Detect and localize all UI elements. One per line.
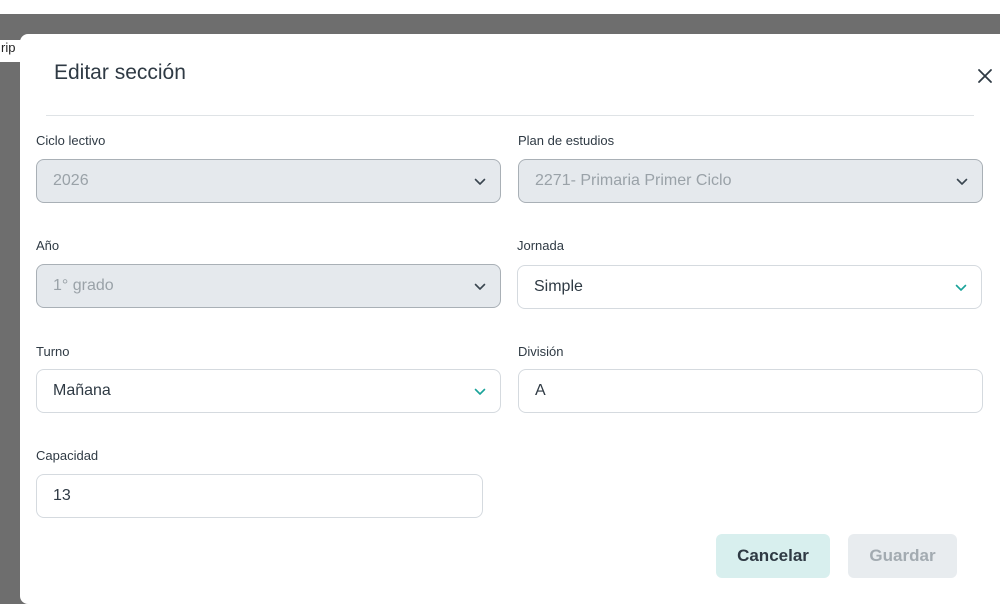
save-button[interactable]: Guardar — [848, 534, 957, 578]
division-label: División — [518, 344, 564, 359]
division-value: A — [535, 382, 546, 399]
chevron-down-icon — [955, 284, 967, 291]
plan-estudios-select[interactable]: 2271- Primaria Primer Ciclo — [518, 159, 983, 203]
ciclo-lectivo-label: Ciclo lectivo — [36, 133, 106, 148]
capacidad-value: 13 — [53, 487, 71, 504]
dialog-title: Editar sección — [54, 61, 186, 84]
edit-section-dialog: Editar sección Ciclo lectivo 2026 Plan d… — [20, 34, 1000, 604]
anio-value: 1° grado — [53, 277, 114, 294]
close-button[interactable] — [970, 61, 1000, 91]
anio-label: Año — [36, 238, 60, 253]
ciclo-lectivo-select[interactable]: 2026 — [36, 159, 501, 203]
capacidad-label: Capacidad — [36, 448, 99, 463]
turno-label: Turno — [36, 344, 70, 359]
chevron-down-icon — [956, 178, 968, 185]
jornada-label: Jornada — [517, 238, 564, 253]
overlay-strip — [0, 62, 20, 597]
jornada-select[interactable]: Simple — [517, 265, 982, 309]
chevron-down-icon — [474, 388, 486, 395]
dialog-header: Editar sección — [46, 34, 992, 116]
turno-select[interactable]: Mañana — [36, 369, 501, 413]
close-icon — [978, 69, 992, 83]
anio-select[interactable]: 1° grado — [36, 264, 501, 308]
plan-estudios-label: Plan de estudios — [518, 133, 615, 148]
division-input[interactable]: A — [518, 369, 983, 413]
ciclo-lectivo-value: 2026 — [53, 172, 89, 189]
turno-value: Mañana — [53, 382, 111, 399]
cancel-button[interactable]: Cancelar — [716, 534, 830, 578]
plan-estudios-value: 2271- Primaria Primer Ciclo — [535, 172, 732, 189]
chevron-down-icon — [474, 283, 486, 290]
capacidad-input[interactable]: 13 — [36, 474, 483, 518]
jornada-value: Simple — [534, 278, 583, 295]
chevron-down-icon — [474, 178, 486, 185]
